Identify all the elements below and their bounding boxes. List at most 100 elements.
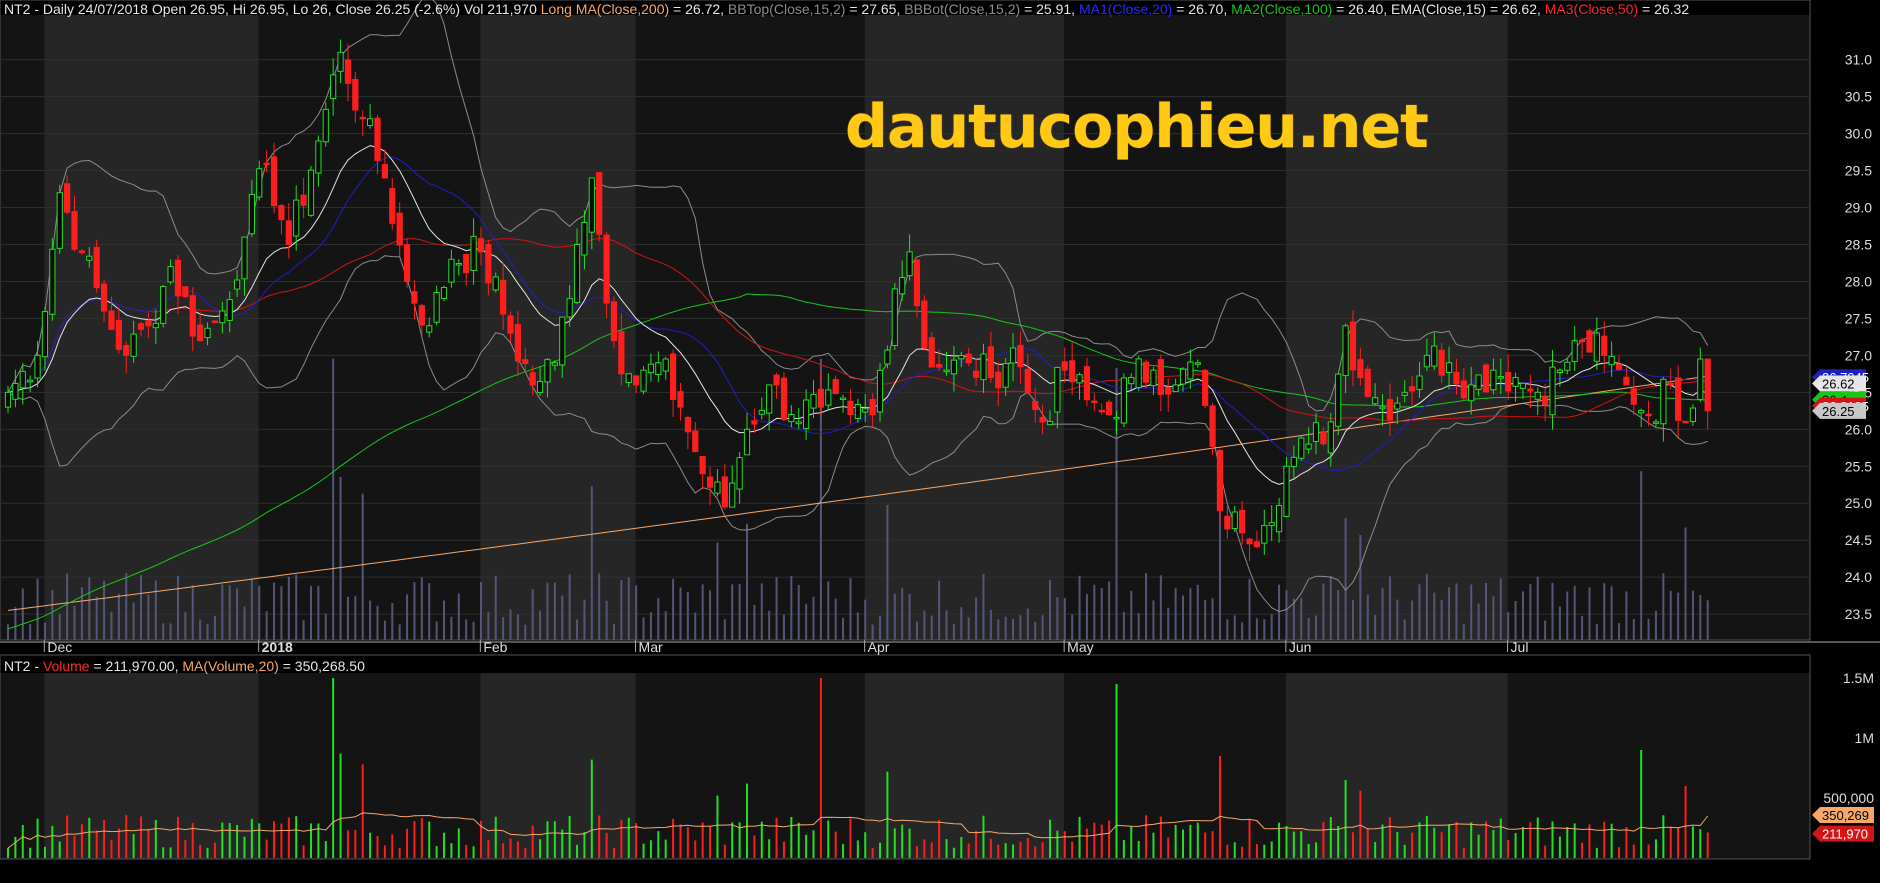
volume-ma-label: MA(Volume,20) xyxy=(182,658,279,674)
candle-body xyxy=(1246,538,1253,545)
candle-body xyxy=(780,377,788,421)
candle-body xyxy=(1645,413,1652,417)
candle-body xyxy=(12,382,19,400)
candle-body xyxy=(1268,522,1275,527)
candle-body xyxy=(987,346,994,379)
month-label: Apr xyxy=(868,639,890,655)
month-label: Mar xyxy=(639,639,663,655)
candle-body xyxy=(1667,382,1674,386)
price-band xyxy=(0,15,45,640)
candle-body xyxy=(559,316,566,366)
candle-body xyxy=(256,168,263,198)
candle-body xyxy=(337,51,344,72)
legend-value-1: = 27.65, xyxy=(845,1,901,17)
candle-body xyxy=(832,379,839,394)
candle-body xyxy=(34,354,41,379)
volume-tick-label: 1M xyxy=(1855,730,1874,746)
legend-value-2: = 25.91, xyxy=(1020,1,1076,17)
candle-body xyxy=(500,279,507,315)
candle-body xyxy=(359,116,366,120)
candle-body xyxy=(625,373,632,384)
candle-body xyxy=(839,397,847,401)
candle-body xyxy=(470,235,477,271)
candle-body xyxy=(1298,437,1305,459)
month-label: Dec xyxy=(47,639,72,655)
candle-body xyxy=(1409,386,1416,392)
candle-body xyxy=(1512,377,1519,387)
candle-body xyxy=(418,305,425,326)
candle-body xyxy=(972,370,980,378)
candle-body xyxy=(123,344,130,356)
candle-body xyxy=(56,192,63,249)
candle-body xyxy=(662,358,669,372)
candle-body xyxy=(152,322,159,329)
price-tag: 26.25 xyxy=(1812,402,1866,419)
watermark-logo: dautucophieu.net xyxy=(845,92,1429,162)
candle-body xyxy=(352,78,359,111)
candle-body xyxy=(891,288,898,346)
candle-body xyxy=(1120,377,1127,424)
candle-body xyxy=(381,164,388,179)
price-tick-label: 29.5 xyxy=(1845,163,1872,179)
candle-body xyxy=(1069,360,1076,383)
price-band xyxy=(44,15,259,640)
candle-body xyxy=(1505,372,1512,392)
candle-body xyxy=(137,323,145,330)
candle-body xyxy=(248,194,255,235)
candle-body xyxy=(93,246,100,289)
candle-body xyxy=(1142,361,1150,383)
candle-body xyxy=(610,301,618,342)
candle-body xyxy=(647,363,655,374)
candle-body xyxy=(315,140,322,174)
candle-body xyxy=(71,211,78,250)
candle-body xyxy=(1076,374,1083,384)
candle-body xyxy=(507,315,514,334)
candle-body xyxy=(566,298,573,318)
candle-body xyxy=(426,325,433,333)
candle-body xyxy=(1157,359,1164,395)
candle-body xyxy=(1549,366,1556,416)
candle-body xyxy=(1231,511,1238,530)
candle-body xyxy=(1290,456,1297,468)
candle-body xyxy=(1372,397,1379,405)
candle-body xyxy=(1032,400,1039,411)
candle-body xyxy=(389,188,396,224)
candle-body xyxy=(1312,422,1320,442)
candle-body xyxy=(374,117,381,161)
candle-body xyxy=(677,391,684,408)
volume-band xyxy=(44,673,259,859)
candle-body xyxy=(322,108,329,143)
candle-body xyxy=(1083,366,1091,401)
legend-value-0: = 26.72, xyxy=(669,1,725,17)
candle-body xyxy=(1002,363,1009,388)
candle-body xyxy=(411,291,418,304)
candle-body xyxy=(1475,374,1482,390)
legend-label-4: MA2(Close,100) xyxy=(1227,1,1333,17)
candle-body xyxy=(1697,358,1704,400)
candle-body xyxy=(1660,378,1667,425)
candle-body xyxy=(706,476,714,488)
candle-body xyxy=(1534,391,1541,400)
candle-body xyxy=(226,299,233,321)
legend-value-6: = 26.32 xyxy=(1638,1,1690,17)
price-band xyxy=(258,15,481,640)
candle-body xyxy=(1165,386,1172,395)
candle-body xyxy=(78,250,86,254)
month-label: Jun xyxy=(1289,639,1312,655)
candle-body xyxy=(1305,443,1312,450)
candle-body xyxy=(1608,355,1615,366)
candle-body xyxy=(1113,416,1120,420)
candle-body xyxy=(1364,368,1371,397)
candle-body xyxy=(1682,420,1689,424)
candle-body xyxy=(862,408,869,413)
price-header-base: NT2 - Daily 24/07/2018 Open 26.95, Hi 26… xyxy=(4,1,537,17)
candle-body xyxy=(403,244,411,282)
legend-value-4: = 26.40, xyxy=(1332,1,1388,17)
candle-body xyxy=(618,331,625,375)
price-tick-label: 25.0 xyxy=(1845,495,1872,511)
candle-body xyxy=(1519,382,1527,389)
candle-body xyxy=(1586,330,1593,353)
candle-body xyxy=(300,194,307,206)
candle-body xyxy=(817,388,824,408)
candle-body xyxy=(485,244,492,284)
